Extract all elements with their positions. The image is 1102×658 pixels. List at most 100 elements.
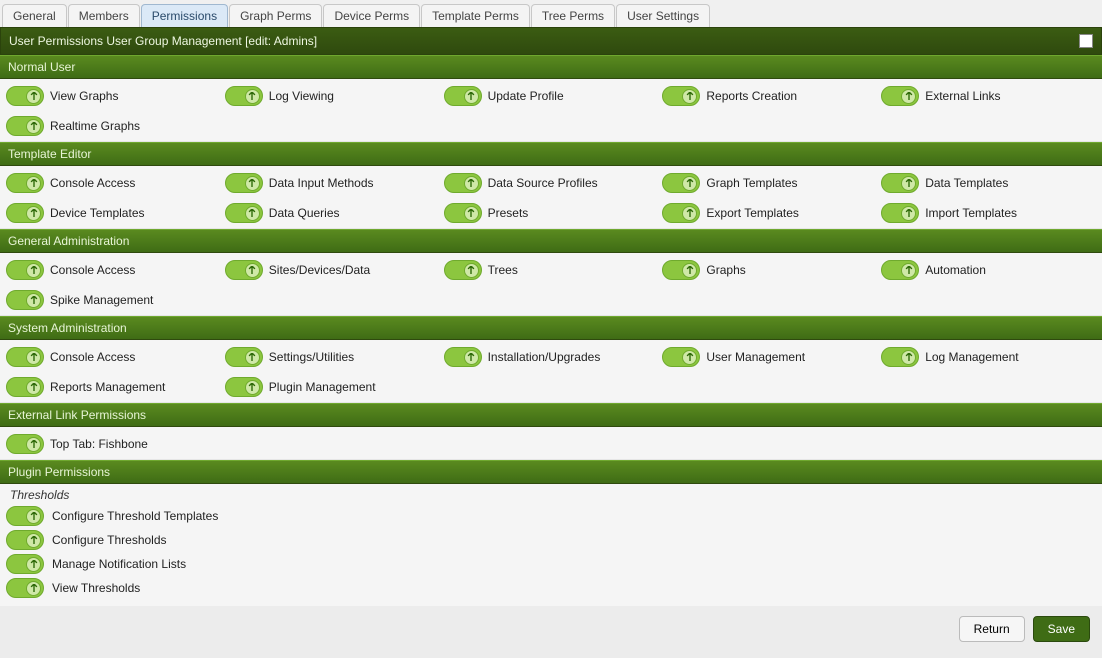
section-sys-admin: Console Access Settings/Utilities Instal… <box>0 340 1102 403</box>
arrow-up-icon <box>245 350 260 365</box>
toggle-configure-threshold-templates[interactable] <box>6 506 44 526</box>
toggle-graph-templates[interactable] <box>662 173 700 193</box>
section-external-links: Top Tab: Fishbone <box>0 427 1102 460</box>
arrow-up-icon <box>682 350 697 365</box>
arrow-up-icon <box>464 176 479 191</box>
toggle-install-upgrades[interactable] <box>444 347 482 367</box>
toggle-reports-management[interactable] <box>6 377 44 397</box>
toggle-data-templates[interactable] <box>881 173 919 193</box>
toggle-device-templates[interactable] <box>6 203 44 223</box>
arrow-up-icon <box>245 380 260 395</box>
toggle-view-thresholds[interactable] <box>6 578 44 598</box>
toggle-reports-creation[interactable] <box>662 86 700 106</box>
tab-template-perms[interactable]: Template Perms <box>421 4 530 27</box>
toggle-data-queries[interactable] <box>225 203 263 223</box>
perm-realtime-graphs: Realtime Graphs <box>6 113 221 139</box>
toggle-sites-devices-data[interactable] <box>225 260 263 280</box>
toggle-settings-utilities[interactable] <box>225 347 263 367</box>
toggle-graphs[interactable] <box>662 260 700 280</box>
perm-manage-notification-lists: Manage Notification Lists <box>6 552 1096 576</box>
toggle-user-management[interactable] <box>662 347 700 367</box>
perm-export-templates: Export Templates <box>662 200 877 226</box>
tab-permissions[interactable]: Permissions <box>141 4 228 27</box>
return-button[interactable]: Return <box>959 616 1025 642</box>
tab-tree-perms[interactable]: Tree Perms <box>531 4 615 27</box>
arrow-up-icon <box>26 509 41 524</box>
arrow-up-icon <box>26 437 41 452</box>
perm-label: Console Access <box>50 350 135 364</box>
plugin-group-title: Thresholds <box>0 484 1102 502</box>
perm-automation: Automation <box>881 257 1096 283</box>
toggle-external-links[interactable] <box>881 86 919 106</box>
arrow-up-icon <box>26 176 41 191</box>
perm-label: Data Templates <box>925 176 1008 190</box>
perm-console-access: Console Access <box>6 257 221 283</box>
arrow-up-icon <box>26 119 41 134</box>
toggle-manage-notification-lists[interactable] <box>6 554 44 574</box>
toggle-configure-thresholds[interactable] <box>6 530 44 550</box>
perm-user-management: User Management <box>662 344 877 370</box>
toggle-view-graphs[interactable] <box>6 86 44 106</box>
toggle-data-source-profiles[interactable] <box>444 173 482 193</box>
section-header-external-links: External Link Permissions <box>0 403 1102 427</box>
toggle-log-management[interactable] <box>881 347 919 367</box>
perm-label: Update Profile <box>488 89 564 103</box>
section-header-sys-admin: System Administration <box>0 316 1102 340</box>
section-general-admin: Console Access Sites/Devices/Data Trees … <box>0 253 1102 316</box>
tab-members[interactable]: Members <box>68 4 140 27</box>
perm-sites-devices-data: Sites/Devices/Data <box>225 257 440 283</box>
arrow-up-icon <box>682 206 697 221</box>
perm-label: Sites/Devices/Data <box>269 263 370 277</box>
perm-log-management: Log Management <box>881 344 1096 370</box>
arrow-up-icon <box>26 89 41 104</box>
perm-label: View Graphs <box>50 89 118 103</box>
perm-console-access: Console Access <box>6 344 221 370</box>
arrow-up-icon <box>682 263 697 278</box>
arrow-up-icon <box>464 263 479 278</box>
toggle-data-input-methods[interactable] <box>225 173 263 193</box>
perm-label: Trees <box>488 263 518 277</box>
perm-label: Settings/Utilities <box>269 350 354 364</box>
toggle-presets[interactable] <box>444 203 482 223</box>
perm-label: Configure Thresholds <box>52 533 167 547</box>
toggle-update-profile[interactable] <box>444 86 482 106</box>
toggle-plugin-management[interactable] <box>225 377 263 397</box>
perm-graphs: Graphs <box>662 257 877 283</box>
toggle-spike-management[interactable] <box>6 290 44 310</box>
perm-label: Console Access <box>50 176 135 190</box>
toggle-realtime-graphs[interactable] <box>6 116 44 136</box>
perm-label: Configure Threshold Templates <box>52 509 218 523</box>
perm-label: Import Templates <box>925 206 1017 220</box>
select-all-checkbox[interactable] <box>1079 34 1093 48</box>
toggle-console-access[interactable] <box>6 260 44 280</box>
save-button[interactable]: Save <box>1033 616 1090 642</box>
toggle-export-templates[interactable] <box>662 203 700 223</box>
toggle-log-viewing[interactable] <box>225 86 263 106</box>
page-title: User Permissions User Group Management [… <box>9 34 317 48</box>
tab-device-perms[interactable]: Device Perms <box>323 4 420 27</box>
toggle-console-access[interactable] <box>6 173 44 193</box>
perm-label: Log Management <box>925 350 1018 364</box>
arrow-up-icon <box>901 89 916 104</box>
perm-external-links: External Links <box>881 83 1096 109</box>
toggle-trees[interactable] <box>444 260 482 280</box>
tab-graph-perms[interactable]: Graph Perms <box>229 4 322 27</box>
perm-view-graphs: View Graphs <box>6 83 221 109</box>
perm-top-tab-fishbone: Top Tab: Fishbone <box>6 431 221 457</box>
tab-general[interactable]: General <box>2 4 67 27</box>
perm-install-upgrades: Installation/Upgrades <box>444 344 659 370</box>
section-normal-user: View Graphs Log Viewing Update Profile R… <box>0 79 1102 142</box>
toggle-console-access[interactable] <box>6 347 44 367</box>
toggle-import-templates[interactable] <box>881 203 919 223</box>
toggle-automation[interactable] <box>881 260 919 280</box>
section-plugin: Configure Threshold Templates Configure … <box>0 502 1102 606</box>
perm-import-templates: Import Templates <box>881 200 1096 226</box>
arrow-up-icon <box>26 206 41 221</box>
toggle-top-tab-fishbone[interactable] <box>6 434 44 454</box>
perm-label: Data Source Profiles <box>488 176 598 190</box>
arrow-up-icon <box>901 350 916 365</box>
arrow-up-icon <box>464 350 479 365</box>
arrow-up-icon <box>245 263 260 278</box>
perm-label: Reports Management <box>50 380 165 394</box>
tab-user-settings[interactable]: User Settings <box>616 4 710 27</box>
